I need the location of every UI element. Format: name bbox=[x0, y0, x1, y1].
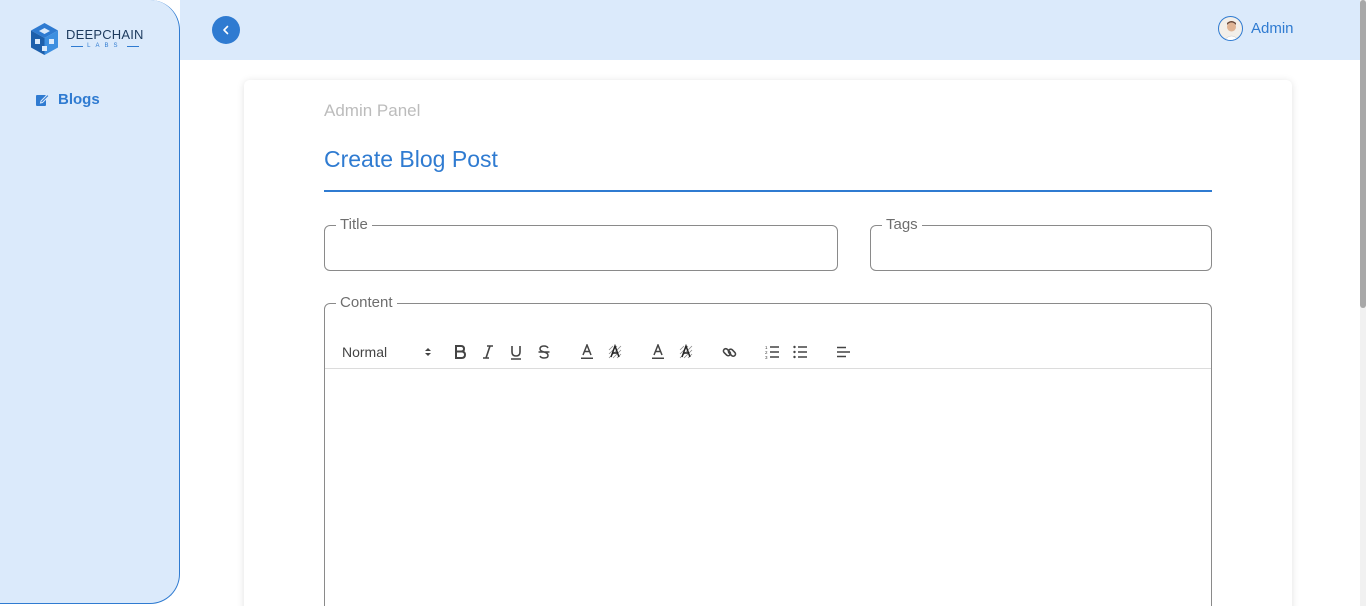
text-color-icon bbox=[581, 344, 593, 359]
ordered-list-button[interactable]: 1 2 3 bbox=[763, 335, 781, 369]
text-background-button[interactable] bbox=[606, 335, 624, 369]
brand-name: DEEPCHAIN bbox=[66, 27, 144, 42]
align-icon bbox=[836, 346, 850, 358]
sidebar-item-label: Blogs bbox=[58, 91, 100, 108]
content-label: Content bbox=[340, 294, 393, 311]
format-select-value: Normal bbox=[342, 344, 388, 360]
top-bar bbox=[180, 0, 1360, 60]
link-button[interactable] bbox=[720, 335, 738, 369]
text-color-button-2[interactable] bbox=[649, 335, 667, 369]
user-menu[interactable]: Admin bbox=[1218, 16, 1294, 41]
page-scrollbar[interactable] bbox=[1360, 0, 1366, 606]
scrollbar-thumb[interactable] bbox=[1360, 0, 1366, 308]
text-color-button[interactable] bbox=[578, 335, 596, 369]
title-label: Title bbox=[340, 216, 368, 233]
tags-input[interactable] bbox=[883, 233, 1199, 261]
text-color-icon bbox=[652, 344, 664, 359]
collapse-sidebar-button[interactable] bbox=[212, 16, 240, 44]
text-background-icon bbox=[608, 344, 622, 359]
title-divider bbox=[324, 190, 1212, 192]
ordered-list-icon: 1 2 3 bbox=[765, 345, 779, 359]
sidebar-item-blogs[interactable]: Blogs bbox=[35, 91, 100, 108]
breadcrumb: Admin Panel bbox=[324, 101, 421, 120]
bullet-list-button[interactable] bbox=[791, 335, 809, 369]
content-editor[interactable] bbox=[325, 369, 1211, 606]
format-select[interactable]: Normal bbox=[342, 335, 432, 369]
edit-square-icon bbox=[36, 93, 50, 106]
underline-icon bbox=[511, 345, 521, 360]
italic-icon bbox=[483, 345, 493, 359]
brand-sub: LABS bbox=[87, 43, 123, 49]
align-button[interactable] bbox=[834, 335, 852, 369]
text-background-button-2[interactable] bbox=[677, 335, 695, 369]
sidebar: DEEPCHAIN LABS Blogs bbox=[0, 0, 180, 604]
editor-toolbar: Normal 1 2 3 bbox=[325, 335, 1211, 369]
link-icon bbox=[722, 347, 736, 357]
tags-field: Tags bbox=[870, 217, 1212, 271]
brand-logo[interactable]: DEEPCHAIN LABS bbox=[29, 22, 144, 56]
tags-label: Tags bbox=[886, 216, 918, 233]
select-arrows-icon bbox=[425, 348, 431, 356]
title-field: Title bbox=[324, 217, 838, 271]
strike-button[interactable] bbox=[535, 335, 553, 369]
cube-logo-icon bbox=[31, 23, 58, 55]
svg-text:3: 3 bbox=[765, 355, 768, 359]
bold-button[interactable] bbox=[451, 335, 469, 369]
content-field: Content Normal 1 2 3 bbox=[324, 295, 1212, 606]
main-card: Admin Panel Create Blog Post Title Tags … bbox=[244, 80, 1292, 606]
strike-icon bbox=[538, 345, 550, 359]
user-name: Admin bbox=[1251, 20, 1294, 37]
bullet-list-icon bbox=[792, 345, 807, 359]
chevron-left-icon bbox=[223, 25, 229, 35]
text-background-icon bbox=[679, 344, 693, 359]
italic-button[interactable] bbox=[479, 335, 497, 369]
bold-icon bbox=[455, 345, 466, 359]
avatar bbox=[1218, 16, 1243, 41]
title-input[interactable] bbox=[337, 233, 825, 261]
page-title: Create Blog Post bbox=[324, 146, 498, 172]
underline-button[interactable] bbox=[507, 335, 525, 369]
